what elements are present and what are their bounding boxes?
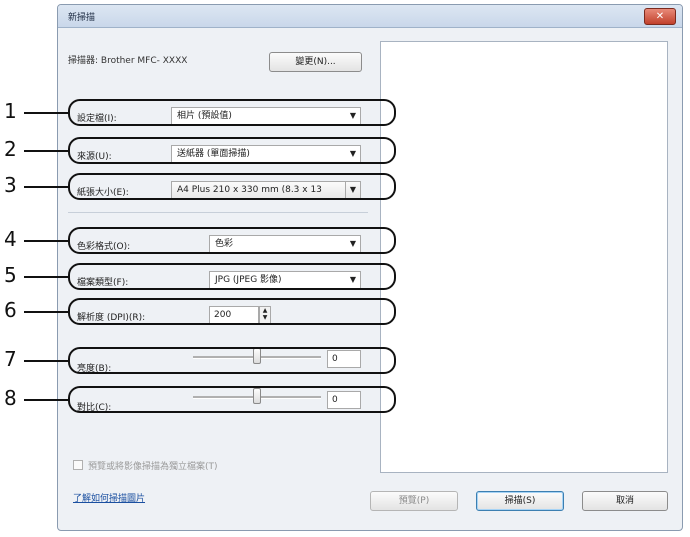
separate-file-checkbox-label: 預覽或將影像掃描為獨立檔案(T) [88,462,218,472]
callout-ring [68,227,396,254]
scan-button[interactable]: 掃描(S) [476,491,564,511]
help-link[interactable]: 了解如何掃描圖片 [73,491,145,504]
callout-line [24,311,69,313]
callout-ring [68,386,396,413]
callout-ring [68,99,396,126]
dialog-title: 新掃描 [68,13,96,23]
close-button[interactable]: ✕ [644,8,676,25]
callout-number: 8 [4,386,17,410]
callout-number: 5 [4,263,17,287]
callout-number: 2 [4,137,17,161]
callout-number: 4 [4,227,17,251]
callout-number: 3 [4,173,17,197]
separator [68,212,368,213]
callout-line [24,112,69,114]
cancel-button[interactable]: 取消 [582,491,668,511]
title-bar: 新掃描 ✕ [58,5,682,28]
callout-ring [68,347,396,374]
close-icon: ✕ [655,11,665,22]
callout-line [24,276,69,278]
callout-ring [68,298,396,325]
separate-file-checkbox[interactable] [73,460,83,470]
callout-ring [68,263,396,290]
callout-line [24,150,69,152]
callout-number: 7 [4,347,17,371]
callout-ring [68,173,396,200]
callout-number: 1 [4,99,17,123]
change-scanner-button[interactable]: 變更(N)... [269,52,362,72]
callout-number: 6 [4,298,17,322]
preview-pane [380,41,668,473]
callout-line [24,360,69,362]
callout-line [24,399,69,401]
scanner-label: 掃描器: Brother MFC- XXXX [68,56,188,66]
callout-ring [68,137,396,164]
callout-line [24,240,69,242]
callout-line [24,186,69,188]
preview-button[interactable]: 預覽(P) [370,491,458,511]
